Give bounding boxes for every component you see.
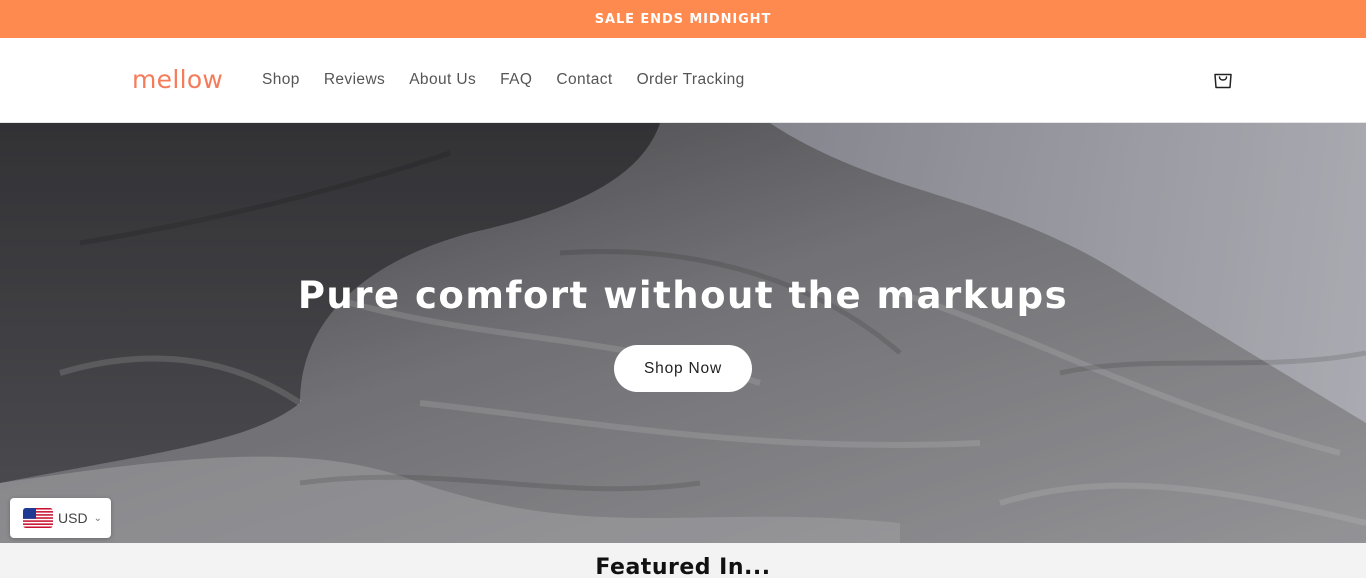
nav-link-faq[interactable]: FAQ (500, 69, 532, 91)
nav-link-about-us[interactable]: About Us (409, 69, 476, 91)
site-logo[interactable]: mellow (132, 63, 223, 97)
announcement-text: SALE ENDS MIDNIGHT (594, 11, 772, 27)
currency-selector[interactable]: USD ⌄ (10, 498, 111, 538)
nav-link-contact[interactable]: Contact (556, 69, 612, 91)
shop-now-button[interactable]: Shop Now (614, 345, 752, 392)
site-header: mellow Shop Reviews About Us FAQ Contact… (0, 38, 1366, 123)
main-nav: Shop Reviews About Us FAQ Contact Order … (262, 69, 745, 91)
featured-in-title: Featured In... (595, 555, 771, 578)
currency-code: USD (58, 510, 88, 526)
hero-title: Pure comfort without the markups (297, 274, 1069, 317)
featured-in-section: Featured In... (0, 543, 1366, 578)
nav-link-shop[interactable]: Shop (262, 69, 300, 91)
hero-overlay (0, 123, 1366, 543)
nav-link-reviews[interactable]: Reviews (324, 69, 385, 91)
hero-banner: Pure comfort without the markups Shop No… (0, 123, 1366, 543)
cart-button[interactable] (1209, 65, 1237, 93)
us-flag-icon (23, 508, 53, 528)
shopping-bag-icon (1214, 73, 1232, 89)
announcement-bar: SALE ENDS MIDNIGHT (0, 0, 1366, 38)
nav-link-order-tracking[interactable]: Order Tracking (637, 69, 745, 91)
chevron-down-icon: ⌄ (93, 512, 102, 524)
